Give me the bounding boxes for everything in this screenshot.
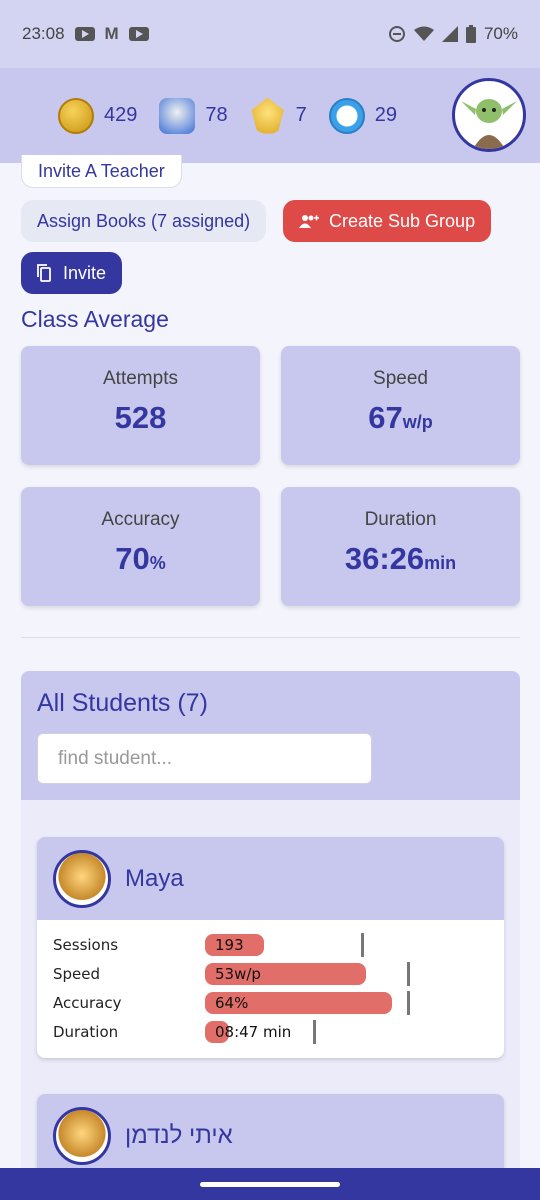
student-header: Maya: [37, 837, 504, 920]
metric-label: Speed: [53, 964, 101, 983]
attempts-value: 528: [114, 400, 167, 435]
student-search-input[interactable]: [37, 733, 372, 784]
average-marker: [313, 1019, 316, 1044]
metric-bar: 193: [205, 932, 425, 957]
speed-card: Speed 67w/p: [281, 346, 520, 465]
invite-button[interactable]: Invite: [21, 252, 123, 294]
class-average-title: Class Average: [21, 306, 169, 332]
yoda-avatar-icon: [461, 99, 517, 149]
accuracy-label: Accuracy: [101, 509, 180, 530]
battery-icon: [465, 25, 476, 43]
robot-stat[interactable]: 78: [159, 97, 228, 134]
timer-stat[interactable]: 29: [328, 97, 397, 134]
add-group-icon: [299, 215, 319, 228]
student-metrics: Sessions 193 Speed 53w/p Accuracy 64% Du…: [37, 920, 504, 1058]
trophy-icon: [251, 97, 284, 134]
metric-label: Accuracy: [53, 993, 122, 1012]
metric-bar: 64%: [205, 990, 425, 1015]
metric-row-speed: Speed 53w/p: [53, 959, 488, 988]
trophy-stat[interactable]: 7: [250, 97, 307, 134]
average-marker: [407, 990, 410, 1015]
assign-books-button[interactable]: Assign Books (7 assigned): [21, 200, 267, 242]
metric-label: Sessions: [53, 935, 119, 954]
timer-icon: [328, 97, 365, 134]
average-marker: [361, 932, 364, 957]
create-sub-group-button[interactable]: Create Sub Group: [283, 200, 492, 242]
dnd-icon: [388, 26, 405, 42]
section-divider: [21, 637, 520, 638]
metric-value: 193: [215, 935, 244, 954]
metric-row-sessions: Sessions 193: [53, 930, 488, 959]
youtube-icon: [74, 27, 95, 41]
copy-icon: [37, 264, 51, 282]
bottom-nav-bar: [0, 1168, 540, 1200]
robot-value: 78: [205, 104, 228, 126]
coins-stat[interactable]: 429: [58, 97, 138, 134]
student-avatar: [53, 849, 111, 908]
metric-bar: 08:47 min: [205, 1019, 425, 1044]
youtube-icon: [128, 27, 149, 41]
attempts-label: Attempts: [103, 368, 178, 389]
create-sub-group-label: Create Sub Group: [329, 210, 476, 231]
invite-label: Invite: [63, 262, 107, 283]
gmail-icon: M: [104, 24, 119, 43]
student-header: איתי לנדמן: [37, 1094, 504, 1177]
status-bar: 23:08 M 70%: [0, 0, 540, 68]
student-card-itai[interactable]: איתי לנדמן: [37, 1094, 504, 1177]
metric-bar: 53w/p: [205, 961, 425, 986]
metric-value: 08:47 min: [215, 1022, 292, 1041]
attempts-card: Attempts 528: [21, 346, 260, 465]
average-marker: [407, 961, 410, 986]
student-avatar: [53, 1106, 111, 1165]
speed-value: 67w/p: [368, 400, 433, 435]
coins-value: 429: [104, 104, 138, 126]
metric-value: 64%: [215, 993, 249, 1012]
students-panel: All Students (7) Maya Sessions 193 Sp: [21, 671, 520, 1200]
metric-row-accuracy: Accuracy 64%: [53, 988, 488, 1017]
student-name: Maya: [125, 864, 184, 892]
duration-label: Duration: [364, 509, 437, 530]
metric-row-duration: Duration 08:47 min: [53, 1017, 488, 1046]
speed-label: Speed: [373, 368, 428, 389]
invite-teacher-button[interactable]: Invite A Teacher: [21, 155, 182, 188]
timer-value: 29: [374, 104, 397, 126]
student-card-maya[interactable]: Maya Sessions 193 Speed 53w/p Accuracy 6…: [37, 837, 504, 1058]
status-time: 23:08: [22, 24, 65, 43]
students-title: All Students (7): [37, 689, 208, 717]
metric-value: 53w/p: [215, 964, 261, 983]
accuracy-value: 70%: [115, 541, 166, 576]
students-header: All Students (7): [21, 671, 520, 800]
duration-card: Duration 36:26min: [281, 487, 520, 606]
top-stats-bar: 429 78 7 29: [0, 68, 540, 163]
coin-icon: [58, 97, 94, 134]
wifi-icon: [413, 26, 434, 41]
trophy-value: 7: [295, 104, 307, 126]
home-gesture-handle[interactable]: [200, 1182, 340, 1187]
battery-level: 70%: [483, 24, 518, 43]
duration-value: 36:26min: [344, 541, 457, 576]
robot-icon: [159, 97, 196, 134]
student-name: איתי לנדמן: [125, 1121, 233, 1149]
accuracy-card: Accuracy 70%: [21, 487, 260, 606]
user-avatar[interactable]: [452, 78, 526, 152]
metric-label: Duration: [53, 1022, 119, 1041]
signal-icon: [441, 26, 458, 42]
